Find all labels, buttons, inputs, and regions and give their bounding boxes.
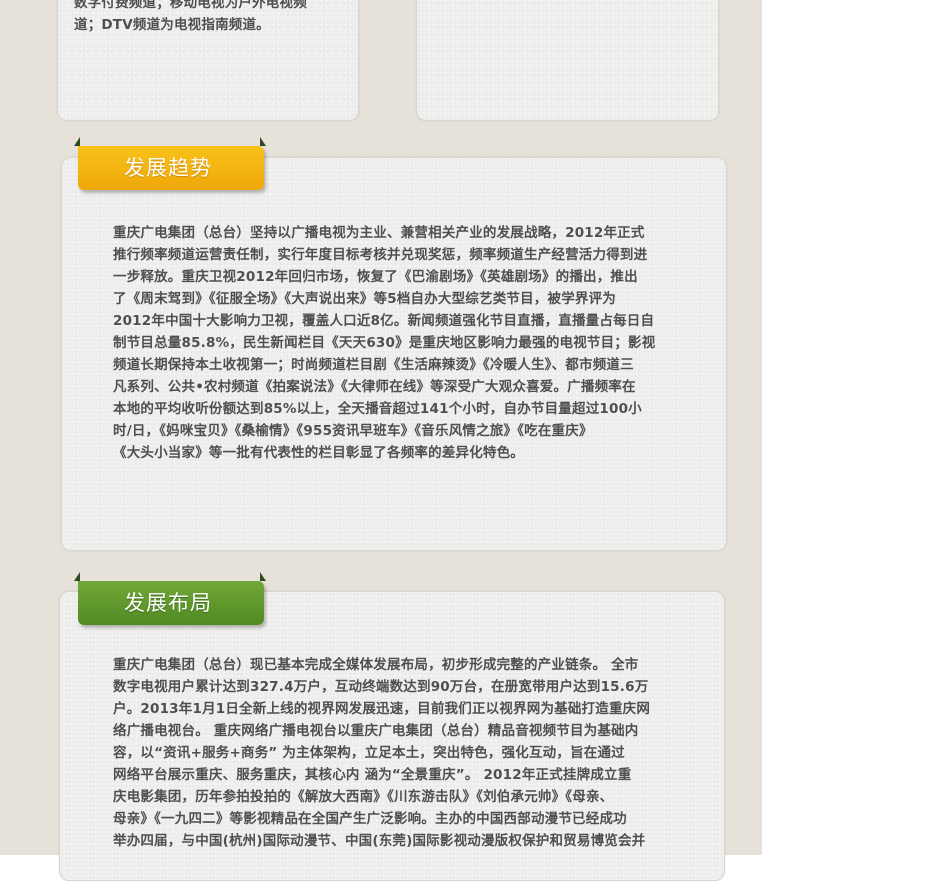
text-line: 母亲》《一九四二》等影视精品在全国产生广泛影响。主办的中国西部动漫节已经成功 [113,811,627,827]
text-line: 制节目总量85.8%，民生新闻栏目《天天630》是重庆地区影响力最强的电视节目；… [113,335,656,351]
text-line: 数字电视用户累计达到327.4万户，互动终端数达到90万台，在册宽带用户达到15… [113,679,649,695]
text-line: 频道长期保持本土收视第一；时尚频道栏目剧《生活麻辣烫》《冷暖人生》、都市频道三 [113,357,634,373]
text-line: 庆电影集团，历年参拍投拍的《解放大西南》《川东游击队》《刘伯承元帅》《母亲、 [113,789,614,805]
channel-info-card-right [416,0,719,121]
text-line: 道；DTV频道为电视指南频道。 [74,17,270,33]
text-line: 网络平台展示重庆、服务重庆，其核心内 涵为“全景重庆”。 2012年正式挂牌成立… [113,767,632,783]
ribbon-fold-left [74,572,80,581]
ribbon-fold-right [260,572,266,581]
text-line: 凡系列、公共•农村频道《拍案说法》《大律师在线》等深受广大观众喜爱。广播频率在 [113,379,636,395]
text-line: 时/日，《妈咪宝贝》《桑榆情》《955资讯早班车》《音乐风情之旅》《吃在重庆》 [113,423,593,439]
layout-section-title-ribbon: 发展布局 [74,572,266,625]
text-line: 重庆广电集团（总台）坚持以广播电视为主业、兼营相关产业的发展战略，2012年正式 [113,225,645,241]
trend-section-title-ribbon: 发展趋势 [74,137,266,190]
text-line: 《大头小当家》等一批有代表性的栏目彰显了各频率的差异化特色。 [113,445,524,461]
text-line: 举办四届，与中国(杭州)国际动漫节、中国(东莞)国际影视动漫版权保护和贸易博览会… [113,833,646,849]
channel-info-text: 数字付费频道；移动电视为户外电视频 道；DTV频道为电视指南频道。 [74,0,336,36]
text-line: 2012年中国十大影响力卫视，覆盖人口近8亿。新闻频道强化节目直播，直播量占每日… [113,313,655,329]
text-line: 推行频率频道运营责任制，实行年度目标考核并兑现奖惩，频率频道生产经营活力得到进 [113,247,648,263]
text-line: 重庆广电集团（总台）现已基本完成全媒体发展布局，初步形成完整的产业链条。 全市 [113,657,639,673]
text-line: 容，以“资讯+服务+商务” 为主体架构，立足本土，突出特色，强化互动，旨在通过 [113,745,625,761]
ribbon-fold-left [74,137,80,146]
text-line: 一步释放。重庆卫视2012年回归市场，恢复了《巴渝剧场》《英雄剧场》的播出，推出 [113,269,638,285]
ribbon-fold-right [260,137,266,146]
text-line: 本地的平均收听份额达到85%以上，全天播音超过141个小时，自办节目量超过100… [113,401,642,417]
trend-section-title: 发展趋势 [124,156,212,180]
layout-section-body: 重庆广电集团（总台）现已基本完成全媒体发展布局，初步形成完整的产业链条。 全市 … [113,654,665,852]
layout-section-title: 发展布局 [124,591,212,615]
text-line: 数字付费频道；移动电视为户外电视频 [74,0,307,11]
text-line: 户。2013年1月1日全新上线的视界网发展迅速，目前我们正以视界网为基础打造重庆… [113,701,651,717]
trend-section-body: 重庆广电集团（总台）坚持以广播电视为主业、兼营相关产业的发展战略，2012年正式… [113,222,676,464]
text-line: 络广播电视台。 重庆网络广播电视台以重庆广电集团（总台）精品音视频节目为基础内 [113,723,639,739]
text-line: 了《周末驾到》《征服全场》《大声说出来》等5档自办大型综艺类节目，被学界评为 [113,291,616,307]
